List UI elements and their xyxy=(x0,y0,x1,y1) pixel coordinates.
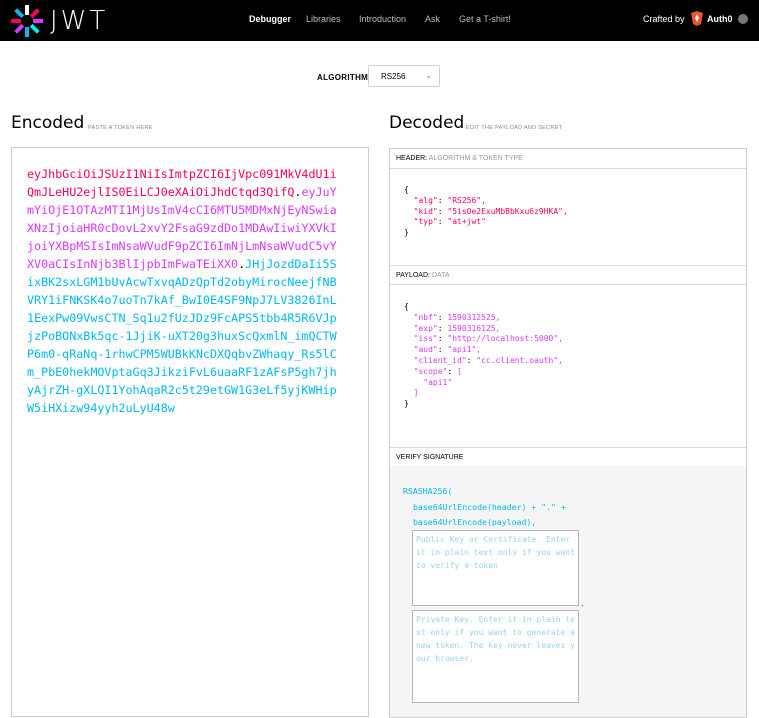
signature-panel-label: VERIFY SIGNATURE xyxy=(396,454,464,461)
json-value: "5isOe2ExuMbBbKxu6z9HKA", xyxy=(447,206,568,216)
json-value: "cc.client.oauth", xyxy=(476,355,563,365)
payload-json-editor[interactable]: { "nbf": 1590312525, "exp": 1590316125, … xyxy=(404,302,563,410)
json-key: "kid" xyxy=(413,206,438,216)
algorithm-label: ALGORITHM xyxy=(317,73,369,82)
json-key: "typ" xyxy=(413,217,438,227)
algorithm-select[interactable]: RS256 ⌄ xyxy=(368,65,440,87)
top-navbar: JWT Debugger Libraries Introduction Ask … xyxy=(0,0,759,41)
auth0-logo-icon[interactable] xyxy=(690,11,704,26)
json-value: 1590312525, xyxy=(447,312,501,322)
signature-area: RSASHA256( base64UrlEncode(header) + "."… xyxy=(390,466,746,717)
json-value: "http://localhost:5000", xyxy=(447,334,563,344)
payload-panel-label: PAYLOAD: xyxy=(396,272,430,279)
nav-ask[interactable]: Ask xyxy=(425,14,440,24)
json-key: "aud" xyxy=(413,345,438,355)
jwt-logo-text[interactable]: JWT xyxy=(50,6,108,36)
signature-panel-title: VERIFY SIGNATURE xyxy=(390,447,746,467)
json-key: "client_id" xyxy=(413,355,467,365)
json-key: "nbf" xyxy=(413,312,438,322)
payload-panel-subtitle: DATA xyxy=(431,272,450,279)
crafted-by-label: Crafted by xyxy=(643,14,685,24)
nav-libraries[interactable]: Libraries xyxy=(306,14,341,24)
json-value: "api1", xyxy=(447,345,482,355)
token-header-part: eyJhbGciOiJSUzI1NiIsImtpZCI6IjVpc091MkV4… xyxy=(27,167,337,199)
json-key: "exp" xyxy=(413,323,438,333)
nav-debugger[interactable]: Debugger xyxy=(249,14,291,24)
payload-panel-title: PAYLOAD: DATA xyxy=(390,265,746,285)
json-value: "RS256", xyxy=(447,195,486,205)
signature-line-2: base64UrlEncode(payload), xyxy=(413,517,537,527)
public-key-input[interactable]: Public Key or Certificate. Enter it in p… xyxy=(412,530,579,606)
json-key: "iss" xyxy=(413,334,438,344)
decoded-title: Decoded xyxy=(389,113,465,133)
signature-line-1: base64UrlEncode(header) + "." + xyxy=(413,502,566,512)
json-array-item: "api1" xyxy=(423,377,453,387)
encoded-hint: PASTE A TOKEN HERE xyxy=(88,125,153,131)
private-key-input[interactable]: Private Key. Enter it in plain text only… xyxy=(412,610,579,703)
json-value: [ xyxy=(457,366,462,376)
decoded-hint: EDIT THE PAYLOAD AND SECRET xyxy=(466,125,563,131)
json-value: "at+jwt" xyxy=(447,217,486,227)
header-panel-subtitle: ALGORITHM & TOKEN TYPE xyxy=(428,155,523,162)
encoded-title: Encoded xyxy=(11,113,85,133)
header-json-editor[interactable]: { "alg": "RS256", "kid": "5isOe2ExuMbBbK… xyxy=(404,185,568,239)
json-value: 1590316125, xyxy=(447,323,501,333)
algorithm-selected-value: RS256 xyxy=(381,72,406,81)
token-signature-part: JHjJozdDaIi5SixBK2sxLGM1bUvAcwTxvqADzQpT… xyxy=(27,257,337,415)
json-key: "alg" xyxy=(413,195,438,205)
encoded-token[interactable]: eyJhbGciOiJSUzI1NiIsImtpZCI6IjVpc091MkV4… xyxy=(27,165,337,417)
chevron-down-icon: ⌄ xyxy=(425,71,432,80)
encoded-token-editor[interactable]: eyJhbGciOiJSUzI1NiIsImtpZCI6IjVpc091MkV4… xyxy=(11,147,369,717)
auth0-brand[interactable]: Auth0 xyxy=(707,14,733,24)
json-key: "scope" xyxy=(413,366,448,376)
header-panel-label: HEADER: xyxy=(396,155,428,162)
signature-function: RSASHA256( xyxy=(403,486,453,496)
header-panel-title: HEADER: ALGORITHM & TOKEN TYPE xyxy=(390,149,746,169)
nav-introduction[interactable]: Introduction xyxy=(359,14,406,24)
info-icon[interactable] xyxy=(738,14,748,24)
jwt-logo-icon[interactable] xyxy=(10,4,44,38)
decoded-panel: HEADER: ALGORITHM & TOKEN TYPE { "alg": … xyxy=(389,148,747,718)
nav-get-tshirt[interactable]: Get a T-shirt! xyxy=(459,14,511,24)
